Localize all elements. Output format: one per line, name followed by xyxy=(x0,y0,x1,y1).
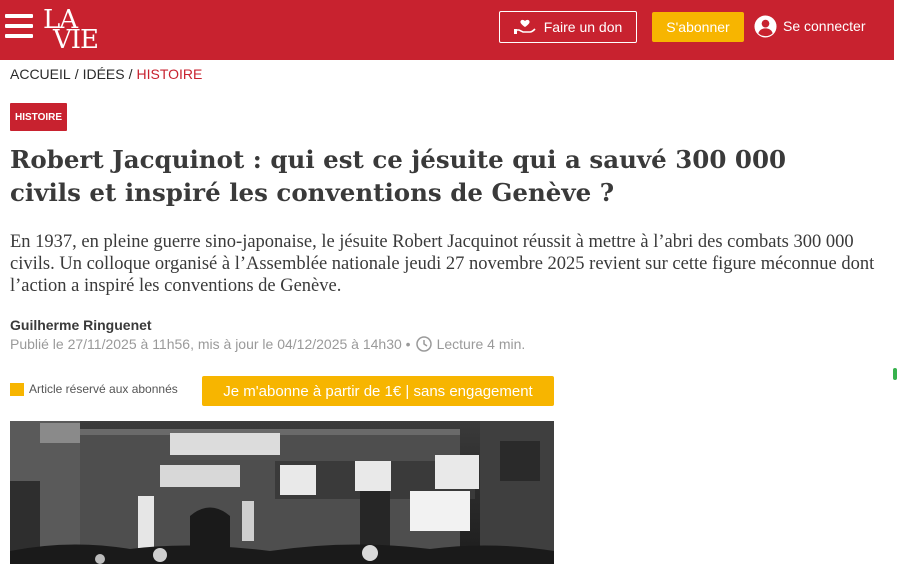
logo-bottom: VIE xyxy=(53,25,99,55)
article-meta: Publié le 27/11/2025 à 11h56, mis à jour… xyxy=(10,336,525,352)
article-author[interactable]: Guilherme Ringuenet xyxy=(10,317,152,333)
lavie-mini-logo-icon xyxy=(10,382,24,396)
login-button[interactable]: Se connecter xyxy=(754,13,866,39)
breadcrumb-histoire[interactable]: HISTOIRE xyxy=(136,66,202,82)
menu-icon[interactable] xyxy=(5,14,33,40)
reading-time: Lecture 4 min. xyxy=(436,336,526,352)
subscribe-button[interactable]: S'abonner xyxy=(652,12,744,42)
category-tag[interactable]: HISTOIRE xyxy=(10,103,68,131)
donate-label: Faire un don xyxy=(543,19,623,35)
breadcrumb-separator: / xyxy=(74,66,79,82)
site-logo[interactable]: LA VIE xyxy=(43,5,99,55)
article-photo xyxy=(10,421,554,564)
subscriber-notice-label: Article réservé aux abonnés xyxy=(29,382,178,396)
subscribe-offer-button[interactable]: Je m'abonne à partir de 1€ | sans engage… xyxy=(202,376,554,406)
user-circle-icon xyxy=(754,14,777,38)
site-header: LA VIE Faire un don S'abonner Se connect… xyxy=(0,0,894,60)
historical-photo-image xyxy=(10,421,554,564)
login-label: Se connecter xyxy=(783,18,866,34)
breadcrumb: ACCUEIL / IDÉES / HISTOIRE xyxy=(10,66,202,82)
donate-button[interactable]: Faire un don xyxy=(499,11,637,43)
publish-date: Publié le 27/11/2025 à 11h56, mis à jour… xyxy=(10,336,411,352)
side-scroll-handle[interactable] xyxy=(893,368,897,380)
breadcrumb-separator: / xyxy=(128,66,133,82)
subscriber-notice: Article réservé aux abonnés xyxy=(10,382,178,396)
breadcrumb-idees[interactable]: IDÉES xyxy=(83,66,125,82)
clock-icon xyxy=(415,336,432,352)
article-lede: En 1937, en pleine guerre sino-japonaise… xyxy=(10,232,875,296)
breadcrumb-home[interactable]: ACCUEIL xyxy=(10,66,71,82)
subscribe-label: S'abonner xyxy=(666,19,730,35)
article-title: Robert Jacquinot : qui est ce jésuite qu… xyxy=(10,145,787,207)
hand-heart-icon xyxy=(513,19,536,34)
subscribe-offer-label: Je m'abonne à partir de 1€ | sans engage… xyxy=(223,382,533,400)
